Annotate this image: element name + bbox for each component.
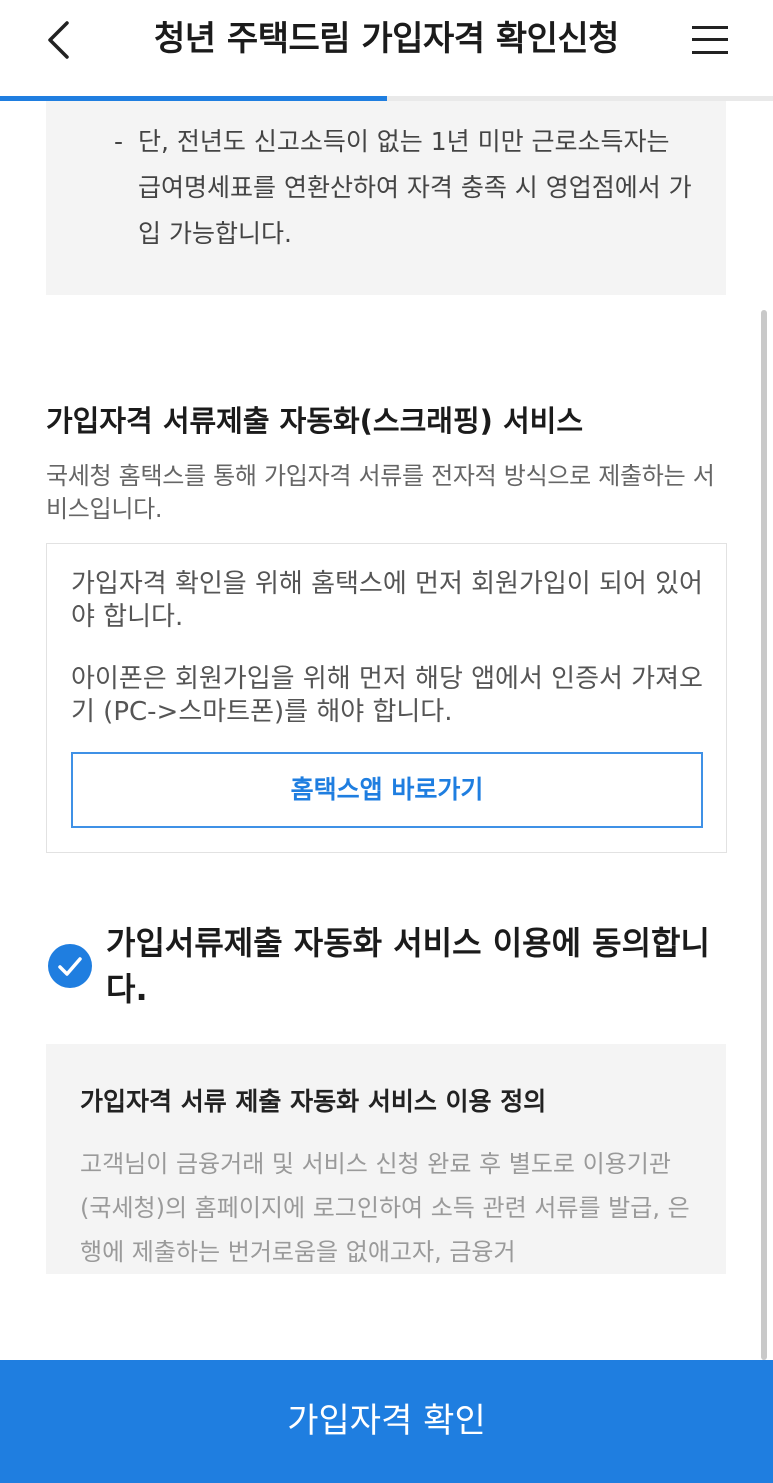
page-title: 청년 주택드림 가입자격 확인신청 xyxy=(154,19,619,59)
agreement-label[interactable]: 가입서류제출 자동화 서비스 이용에 동의합니다. xyxy=(106,920,726,1012)
scrollbar[interactable] xyxy=(761,310,767,1360)
definition-box[interactable]: 가입자격 서류 제출 자동화 서비스 이용 정의 고객님이 금융거래 및 서비스… xyxy=(46,1044,726,1274)
menu-button[interactable] xyxy=(688,22,732,58)
agreement-checkbox[interactable] xyxy=(48,944,92,988)
hometax-info-box: 가입자격 확인을 위해 홈택스에 먼저 회원가입이 되어 있어야 합니다. 아이… xyxy=(46,543,727,853)
notice-text: 단, 전년도 신고소득이 없는 1년 미만 근로소득자는 급여명세표를 연환산하… xyxy=(138,127,692,248)
check-eligibility-button[interactable]: 가입자격 확인 xyxy=(0,1360,773,1483)
back-button[interactable] xyxy=(38,18,78,62)
scraping-section-title: 가입자격 서류제출 자동화(스크래핑) 서비스 xyxy=(46,404,584,438)
definition-title: 가입자격 서류 제출 자동화 서비스 이용 정의 xyxy=(80,1087,547,1116)
hometax-info-text-2: 아이폰은 회원가입을 위해 먼저 해당 앱에서 인증서 가져오기 (PC->스마… xyxy=(71,664,703,727)
definition-text: 고객님이 금융거래 및 서비스 신청 완료 후 별도로 이용기관(국세청)의 홈… xyxy=(80,1150,690,1266)
hometax-info-text-1: 가입자격 확인을 위해 홈택스에 먼저 회원가입이 되어 있어야 합니다. xyxy=(71,569,703,632)
hometax-app-button[interactable]: 홈택스앱 바로가기 xyxy=(71,752,703,828)
chevron-left-icon xyxy=(48,21,69,59)
notice-bullet: - xyxy=(114,127,124,156)
hamburger-menu-icon xyxy=(692,26,728,29)
app-header: 청년 주택드림 가입자격 확인신청 xyxy=(0,0,773,96)
notice-box: - 단, 전년도 신고소득이 없는 1년 미만 근로소득자는 급여명세표를 연환… xyxy=(46,101,726,295)
scraping-section-description: 국세청 홈택스를 통해 가입자격 서류를 전자적 방식으로 제출하는 서비스입니… xyxy=(46,462,715,523)
check-icon xyxy=(58,957,82,976)
